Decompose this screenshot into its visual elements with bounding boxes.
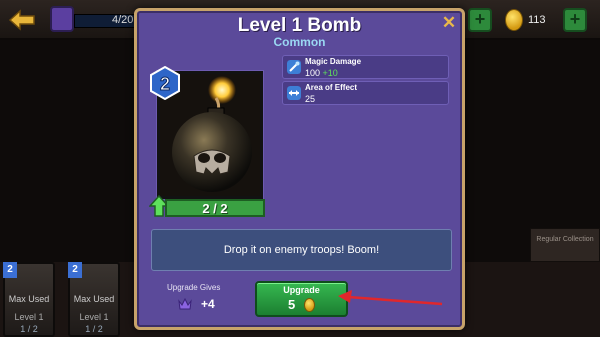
card-level-text: Level 1: [14, 312, 44, 322]
add-gems-button[interactable]: +: [468, 8, 492, 32]
card-description-box: Drop it on enemy troops! Boom!: [151, 229, 452, 271]
upgrade-cost: 5: [288, 297, 296, 312]
card-rarity: Common: [273, 35, 326, 49]
crown-icon: [178, 297, 192, 310]
collection-card[interactable]: 2 Max Used Level 1 1 / 2: [3, 262, 55, 337]
card-upgrade-dialog: Level 1 Bomb Common ✕ 2 2 / 2 Magic Dama…: [134, 8, 465, 330]
card-progress-bar: 2 / 2: [165, 199, 265, 217]
crown-icon: [50, 6, 74, 32]
upgrade-button-label: Upgrade: [283, 285, 320, 295]
card-level-text: Level 1: [79, 312, 109, 322]
stat-name: Magic Damage: [305, 57, 362, 66]
card-count: 1 / 2: [20, 324, 38, 334]
coin-icon: [505, 9, 523, 31]
trophy-progress-text: 4/20: [112, 14, 134, 26]
upgrade-gives-amount: +4: [201, 297, 215, 311]
coin-count: 113: [528, 14, 546, 26]
card-description: Drop it on enemy troops! Boom!: [223, 244, 380, 256]
dialog-title: Level 1 Bomb: [237, 15, 362, 36]
area-icon: [287, 86, 301, 100]
card-level-hex: 2: [150, 66, 180, 100]
upgrade-gives-label: Upgrade Gives: [167, 283, 221, 292]
stat-magic-damage: Magic Damage 100 +10: [282, 55, 449, 79]
stat-value: 100 +10: [305, 68, 338, 78]
card-level-badge: 2: [68, 262, 82, 278]
card-progress-text: 2 / 2: [202, 201, 228, 216]
coin-icon: [304, 298, 315, 312]
wand-icon: [287, 60, 301, 74]
back-arrow-icon[interactable]: [8, 9, 36, 31]
upgrade-button[interactable]: Upgrade 5: [255, 281, 348, 317]
add-coins-button[interactable]: +: [563, 8, 587, 32]
card-status: Max Used: [73, 294, 115, 304]
card-count: 1 / 2: [85, 324, 103, 334]
regular-collection-label: Regular Collection: [536, 236, 594, 243]
stat-name: Area of Effect: [305, 83, 358, 92]
close-button[interactable]: ✕: [441, 14, 457, 31]
regular-collection-tab[interactable]: Regular Collection: [530, 228, 600, 262]
stat-value: 25: [305, 94, 316, 104]
card-level-number: 2: [160, 74, 170, 94]
stat-bonus: +10: [322, 68, 338, 78]
card-status: Max Used: [8, 294, 50, 304]
red-arrow-icon: [338, 290, 443, 306]
stat-area-of-effect: Area of Effect 25: [282, 81, 449, 105]
collection-card[interactable]: 2 Max Used Level 1 1 / 2: [68, 262, 120, 337]
card-level-badge: 2: [3, 262, 17, 278]
